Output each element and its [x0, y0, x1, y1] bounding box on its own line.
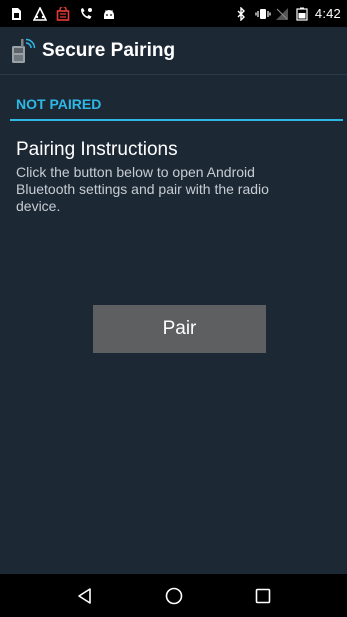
system-icons: 4:42	[235, 6, 341, 22]
pairing-status-label: NOT PAIRED	[16, 96, 102, 112]
sim-icon	[10, 7, 23, 20]
warning-icon	[32, 6, 48, 21]
shopping-bag-icon	[56, 5, 70, 21]
navigation-bar	[0, 574, 347, 617]
clock: 4:42	[314, 6, 341, 21]
screen: 4:42 Secure Pairing NOT PAIRED Pairing I…	[0, 0, 347, 617]
home-icon[interactable]	[154, 576, 194, 616]
app-title: Secure Pairing	[42, 39, 176, 61]
android-icon	[102, 7, 115, 20]
app-bar: Secure Pairing	[0, 27, 347, 75]
status-bar: 4:42	[0, 0, 347, 27]
no-signal-icon	[275, 7, 288, 20]
recents-icon[interactable]	[243, 576, 283, 616]
battery-icon	[295, 7, 308, 21]
notification-icons	[10, 5, 115, 21]
instructions-title: Pairing Instructions	[16, 139, 178, 160]
back-icon[interactable]	[65, 576, 105, 616]
instructions-body: Click the button below to open Android B…	[16, 164, 269, 214]
pairing-status-header: NOT PAIRED	[10, 93, 343, 121]
bluetooth-icon	[235, 6, 248, 22]
vibrate-icon	[255, 7, 271, 20]
radio-device-icon[interactable]	[8, 37, 36, 65]
voicemail-icon	[79, 7, 92, 20]
pair-button[interactable]: Pair	[93, 305, 266, 353]
